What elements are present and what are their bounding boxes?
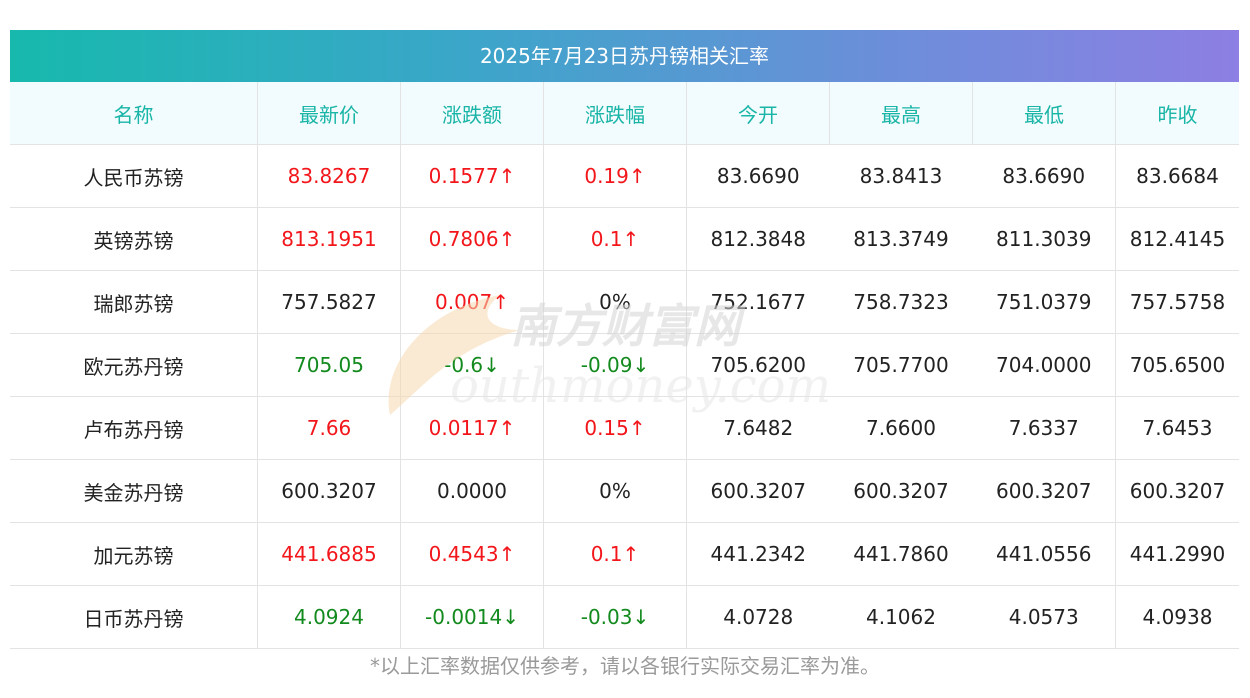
- cell-latest: 441.6885: [257, 522, 401, 586]
- cell-pct: 0%: [543, 270, 687, 334]
- table-row: 卢布苏丹镑 7.66 0.0117↑ 0.15↑ 7.6482 7.6600 7.6337 7…: [10, 396, 1239, 460]
- rate-table-container: 2025年7月23日苏丹镑相关汇率 名称 最新价 涨跌额 涨跌幅 今开 最高 最…: [10, 30, 1239, 649]
- cell-pct: -0.09↓: [543, 333, 687, 397]
- cell-high: 7.6600: [829, 396, 973, 460]
- table-row: 瑞郎苏镑 757.5827 0.007↑ 0% 752.1677 758.7323 751.…: [10, 270, 1239, 334]
- cell-pct: 0.19↑: [543, 144, 687, 208]
- cell-prev: 705.6500: [1115, 333, 1239, 397]
- cell-high: 441.7860: [829, 522, 973, 586]
- cell-high: 600.3207: [829, 459, 973, 523]
- cell-open: 812.3848: [686, 207, 830, 271]
- cell-low: 811.3039: [972, 207, 1116, 271]
- table-header-row: 名称 最新价 涨跌额 涨跌幅 今开 最高 最低 昨收: [10, 82, 1239, 145]
- cell-open: 441.2342: [686, 522, 830, 586]
- cell-name: 瑞郎苏镑: [10, 270, 258, 334]
- col-header-name: 名称: [10, 82, 258, 145]
- cell-name: 美金苏丹镑: [10, 459, 258, 523]
- table-row: 英镑苏镑 813.1951 0.7806↑ 0.1↑ 812.3848 813.3749 8…: [10, 207, 1239, 271]
- col-header-prev: 昨收: [1115, 82, 1239, 145]
- col-header-pct: 涨跌幅: [543, 82, 687, 145]
- col-header-latest: 最新价: [257, 82, 401, 145]
- cell-latest: 4.0924: [257, 585, 401, 649]
- cell-low: 600.3207: [972, 459, 1116, 523]
- col-header-open: 今开: [686, 82, 830, 145]
- cell-pct: -0.03↓: [543, 585, 687, 649]
- table-title: 2025年7月23日苏丹镑相关汇率: [10, 30, 1239, 82]
- table-row: 人民币苏镑 83.8267 0.1577↑ 0.19↑ 83.6690 83.8413 83…: [10, 144, 1239, 208]
- exchange-rate-table: 名称 最新价 涨跌额 涨跌幅 今开 最高 最低 昨收 人民币苏镑 83.8267 0…: [10, 82, 1239, 649]
- cell-latest: 757.5827: [257, 270, 401, 334]
- cell-open: 4.0728: [686, 585, 830, 649]
- cell-low: 83.6690: [972, 144, 1116, 208]
- cell-latest: 600.3207: [257, 459, 401, 523]
- table-row: 加元苏镑 441.6885 0.4543↑ 0.1↑ 441.2342 441.7860 4…: [10, 522, 1239, 586]
- cell-open: 705.6200: [686, 333, 830, 397]
- cell-prev: 83.6684: [1115, 144, 1239, 208]
- cell-name: 人民币苏镑: [10, 144, 258, 208]
- cell-change: 0.007↑: [400, 270, 544, 334]
- cell-pct: 0.1↑: [543, 522, 687, 586]
- cell-low: 704.0000: [972, 333, 1116, 397]
- cell-high: 813.3749: [829, 207, 973, 271]
- cell-open: 600.3207: [686, 459, 830, 523]
- cell-change: 0.1577↑: [400, 144, 544, 208]
- cell-change: 0.7806↑: [400, 207, 544, 271]
- cell-open: 83.6690: [686, 144, 830, 208]
- col-header-change: 涨跌额: [400, 82, 544, 145]
- cell-pct: 0.15↑: [543, 396, 687, 460]
- table-row: 美金苏丹镑 600.3207 0.0000 0% 600.3207 600.3207 600…: [10, 459, 1239, 523]
- col-header-high: 最高: [829, 82, 973, 145]
- cell-prev: 812.4145: [1115, 207, 1239, 271]
- cell-prev: 4.0938: [1115, 585, 1239, 649]
- cell-prev: 7.6453: [1115, 396, 1239, 460]
- cell-low: 441.0556: [972, 522, 1116, 586]
- cell-change: -0.0014↓: [400, 585, 544, 649]
- cell-high: 705.7700: [829, 333, 973, 397]
- cell-latest: 813.1951: [257, 207, 401, 271]
- cell-name: 英镑苏镑: [10, 207, 258, 271]
- cell-latest: 83.8267: [257, 144, 401, 208]
- cell-open: 752.1677: [686, 270, 830, 334]
- cell-high: 4.1062: [829, 585, 973, 649]
- cell-open: 7.6482: [686, 396, 830, 460]
- table-row: 欧元苏丹镑 705.05 -0.6↓ -0.09↓ 705.6200 705.7700 70…: [10, 333, 1239, 397]
- cell-name: 欧元苏丹镑: [10, 333, 258, 397]
- cell-prev: 441.2990: [1115, 522, 1239, 586]
- cell-low: 4.0573: [972, 585, 1116, 649]
- cell-name: 日币苏丹镑: [10, 585, 258, 649]
- cell-change: 0.4543↑: [400, 522, 544, 586]
- cell-low: 7.6337: [972, 396, 1116, 460]
- disclaimer-footnote: *以上汇率数据仅供参考，请以各银行实际交易汇率为准。: [370, 654, 880, 678]
- col-header-low: 最低: [972, 82, 1116, 145]
- cell-change: 0.0117↑: [400, 396, 544, 460]
- table-row: 日币苏丹镑 4.0924 -0.0014↓ -0.03↓ 4.0728 4.1062 4.0…: [10, 585, 1239, 649]
- cell-prev: 600.3207: [1115, 459, 1239, 523]
- cell-change: 0.0000: [400, 459, 544, 523]
- cell-name: 卢布苏丹镑: [10, 396, 258, 460]
- cell-latest: 705.05: [257, 333, 401, 397]
- cell-latest: 7.66: [257, 396, 401, 460]
- cell-high: 83.8413: [829, 144, 973, 208]
- cell-prev: 757.5758: [1115, 270, 1239, 334]
- cell-name: 加元苏镑: [10, 522, 258, 586]
- cell-high: 758.7323: [829, 270, 973, 334]
- cell-pct: 0%: [543, 459, 687, 523]
- cell-low: 751.0379: [972, 270, 1116, 334]
- cell-pct: 0.1↑: [543, 207, 687, 271]
- cell-change: -0.6↓: [400, 333, 544, 397]
